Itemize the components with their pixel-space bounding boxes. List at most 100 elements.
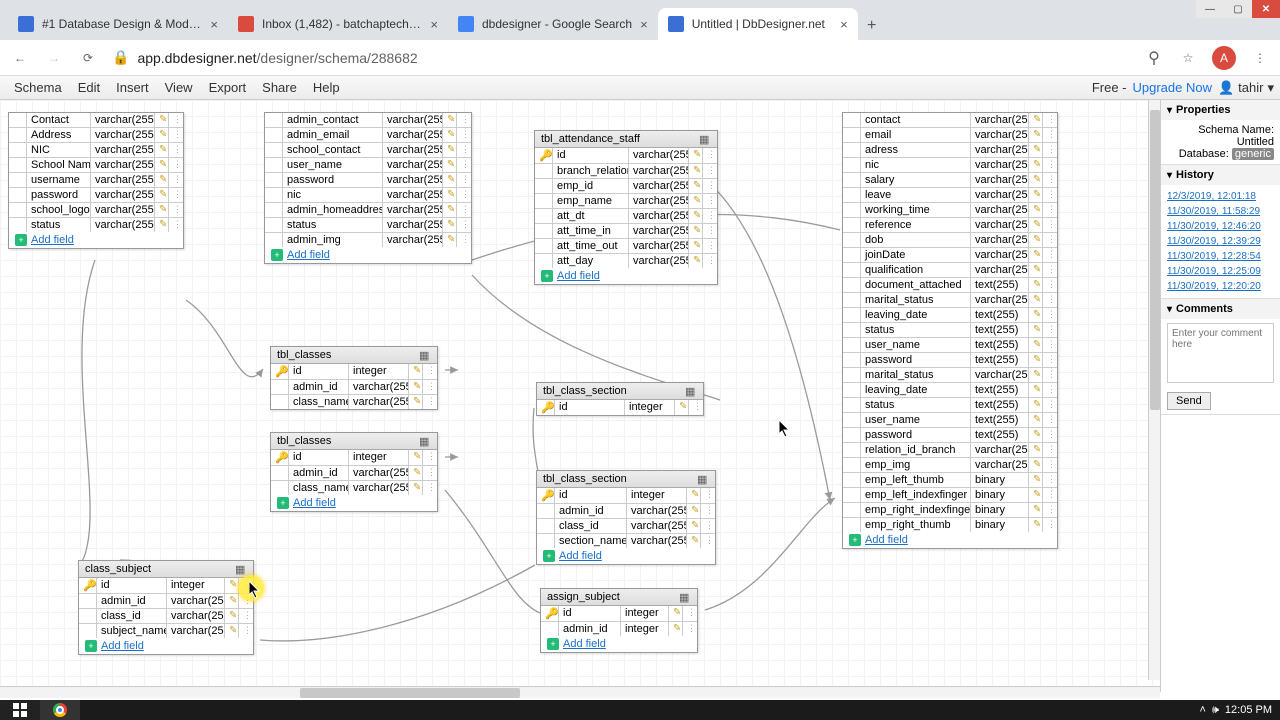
edit-icon[interactable]: ✎ xyxy=(443,203,457,217)
vertical-scrollbar[interactable] xyxy=(1148,100,1160,680)
drag-icon[interactable]: ⋮ xyxy=(701,504,715,518)
edit-icon[interactable]: ✎ xyxy=(687,504,701,518)
properties-header[interactable]: ▾Properties xyxy=(1161,100,1280,120)
browser-tab[interactable]: Untitled | DbDesigner.net× xyxy=(658,8,858,40)
edit-icon[interactable]: ✎ xyxy=(1029,443,1043,457)
drag-icon[interactable]: ⋮ xyxy=(239,594,253,608)
browser-tab[interactable]: #1 Database Design & Modeling× xyxy=(8,8,228,40)
edit-icon[interactable]: ✎ xyxy=(689,239,703,253)
close-button[interactable]: ✕ xyxy=(1252,0,1280,18)
forward-button[interactable]: → xyxy=(44,48,64,68)
field-row[interactable]: status varchar(255) ✎ ⋮ xyxy=(265,218,471,233)
menu-export[interactable]: Export xyxy=(201,80,255,95)
add-field-row[interactable]: +Add field xyxy=(541,636,697,652)
history-link[interactable]: 11/30/2019, 12:28:54 xyxy=(1167,249,1274,264)
field-row[interactable]: username varchar(255) ✎ ⋮ xyxy=(9,173,183,188)
scroll-thumb[interactable] xyxy=(1150,110,1160,410)
field-row[interactable]: emp_left_indexfinger binary ✎ ⋮ xyxy=(843,488,1057,503)
drag-icon[interactable]: ⋮ xyxy=(703,224,717,238)
edit-icon[interactable]: ✎ xyxy=(689,164,703,178)
drag-icon[interactable]: ⋮ xyxy=(169,158,183,172)
edit-icon[interactable]: ✎ xyxy=(689,254,703,268)
add-field-row[interactable]: +Add field xyxy=(271,495,437,511)
drag-icon[interactable]: ⋮ xyxy=(169,128,183,142)
close-tab-icon[interactable]: × xyxy=(210,17,218,32)
drag-icon[interactable]: ⋮ xyxy=(457,218,471,232)
drag-icon[interactable]: ⋮ xyxy=(701,488,715,503)
field-row[interactable]: leaving_date text(255) ✎ ⋮ xyxy=(843,383,1057,398)
edit-icon[interactable]: ✎ xyxy=(1029,353,1043,367)
db-table[interactable]: tbl_class_section▦ 🔑 id integer ✎ ⋮ admi… xyxy=(536,470,716,565)
edit-icon[interactable]: ✎ xyxy=(155,128,169,142)
drag-icon[interactable]: ⋮ xyxy=(1043,113,1057,127)
field-row[interactable]: school_logo varchar(255) ✎ ⋮ xyxy=(9,203,183,218)
edit-icon[interactable]: ✎ xyxy=(1029,293,1043,307)
table-options-icon[interactable]: ▦ xyxy=(679,591,691,603)
drag-icon[interactable]: ⋮ xyxy=(457,233,471,247)
edit-icon[interactable]: ✎ xyxy=(225,624,239,638)
drag-icon[interactable]: ⋮ xyxy=(457,173,471,187)
edit-icon[interactable]: ✎ xyxy=(1029,203,1043,217)
db-table[interactable]: tbl_classes▦ 🔑 id integer ✎ ⋮ admin_id v… xyxy=(270,432,438,512)
field-row[interactable]: user_name text(255) ✎ ⋮ xyxy=(843,338,1057,353)
drag-icon[interactable]: ⋮ xyxy=(689,400,703,415)
edit-icon[interactable]: ✎ xyxy=(1029,383,1043,397)
db-table[interactable]: admin_contact varchar(255) ✎ ⋮ admin_ema… xyxy=(264,112,472,264)
drag-icon[interactable]: ⋮ xyxy=(239,624,253,638)
drag-icon[interactable]: ⋮ xyxy=(1043,278,1057,292)
clock[interactable]: 12:05 PM xyxy=(1225,704,1272,716)
drag-icon[interactable]: ⋮ xyxy=(1043,368,1057,382)
edit-icon[interactable]: ✎ xyxy=(409,364,423,379)
upgrade-link[interactable]: Upgrade Now xyxy=(1132,80,1212,95)
table-options-icon[interactable]: ▦ xyxy=(697,473,709,485)
edit-icon[interactable]: ✎ xyxy=(1029,428,1043,442)
drag-icon[interactable]: ⋮ xyxy=(169,113,183,127)
edit-icon[interactable]: ✎ xyxy=(1029,503,1043,517)
horizontal-scrollbar[interactable] xyxy=(0,686,1160,698)
table-header[interactable]: tbl_classes▦ xyxy=(271,347,437,364)
menu-share[interactable]: Share xyxy=(254,80,305,95)
field-row[interactable]: admin_id varchar(255) ✎ ⋮ xyxy=(271,466,437,481)
edit-icon[interactable]: ✎ xyxy=(443,113,457,127)
comments-header[interactable]: ▾Comments xyxy=(1161,299,1280,319)
field-row[interactable]: NIC varchar(255) ✎ ⋮ xyxy=(9,143,183,158)
field-row[interactable]: joinDate varchar(255) ✎ ⋮ xyxy=(843,248,1057,263)
edit-icon[interactable]: ✎ xyxy=(225,578,239,593)
field-row[interactable]: salary varchar(255) ✎ ⋮ xyxy=(843,173,1057,188)
drag-icon[interactable]: ⋮ xyxy=(457,113,471,127)
edit-icon[interactable]: ✎ xyxy=(1029,173,1043,187)
drag-icon[interactable]: ⋮ xyxy=(1043,308,1057,322)
add-field-row[interactable]: +Add field xyxy=(535,268,717,284)
field-row[interactable]: adress varchar(255) ✎ ⋮ xyxy=(843,143,1057,158)
field-row[interactable]: leave varchar(255) ✎ ⋮ xyxy=(843,188,1057,203)
menu-icon[interactable]: ⋮ xyxy=(1250,48,1270,68)
field-row[interactable]: emp_right_thumb binary ✎ ⋮ xyxy=(843,518,1057,532)
field-row[interactable]: admin_contact varchar(255) ✎ ⋮ xyxy=(265,113,471,128)
drag-icon[interactable]: ⋮ xyxy=(1043,203,1057,217)
field-row[interactable]: nic varchar(255) ✎ ⋮ xyxy=(265,188,471,203)
drag-icon[interactable]: ⋮ xyxy=(683,606,697,621)
edit-icon[interactable]: ✎ xyxy=(675,400,689,415)
edit-icon[interactable]: ✎ xyxy=(155,218,169,232)
table-header[interactable]: tbl_class_section▦ xyxy=(537,383,703,400)
edit-icon[interactable]: ✎ xyxy=(155,203,169,217)
drag-icon[interactable]: ⋮ xyxy=(1043,218,1057,232)
table-options-icon[interactable]: ▦ xyxy=(419,435,431,447)
db-table[interactable]: tbl_attendance_staff▦ 🔑 id varchar(255) … xyxy=(534,130,718,285)
edit-icon[interactable]: ✎ xyxy=(1029,233,1043,247)
add-field-link[interactable]: Add field xyxy=(31,234,74,246)
field-row[interactable]: status varchar(255) ✎ ⋮ xyxy=(9,218,183,232)
field-row[interactable]: subject_name varchar(255) ✎ ⋮ xyxy=(79,624,253,638)
history-link[interactable]: 11/30/2019, 12:46:20 xyxy=(1167,219,1274,234)
field-row[interactable]: 🔑 id integer ✎ ⋮ xyxy=(537,400,703,415)
field-row[interactable]: att_dt varchar(255) ✎ ⋮ xyxy=(535,209,717,224)
drag-icon[interactable]: ⋮ xyxy=(1043,503,1057,517)
add-field-link[interactable]: Add field xyxy=(287,249,330,261)
edit-icon[interactable]: ✎ xyxy=(155,173,169,187)
field-row[interactable]: contact varchar(255) ✎ ⋮ xyxy=(843,113,1057,128)
drag-icon[interactable]: ⋮ xyxy=(423,395,437,409)
table-options-icon[interactable]: ▦ xyxy=(419,349,431,361)
field-row[interactable]: qualification varchar(255) ✎ ⋮ xyxy=(843,263,1057,278)
add-field-link[interactable]: Add field xyxy=(559,550,602,562)
db-table[interactable]: tbl_classes▦ 🔑 id integer ✎ ⋮ admin_id v… xyxy=(270,346,438,410)
